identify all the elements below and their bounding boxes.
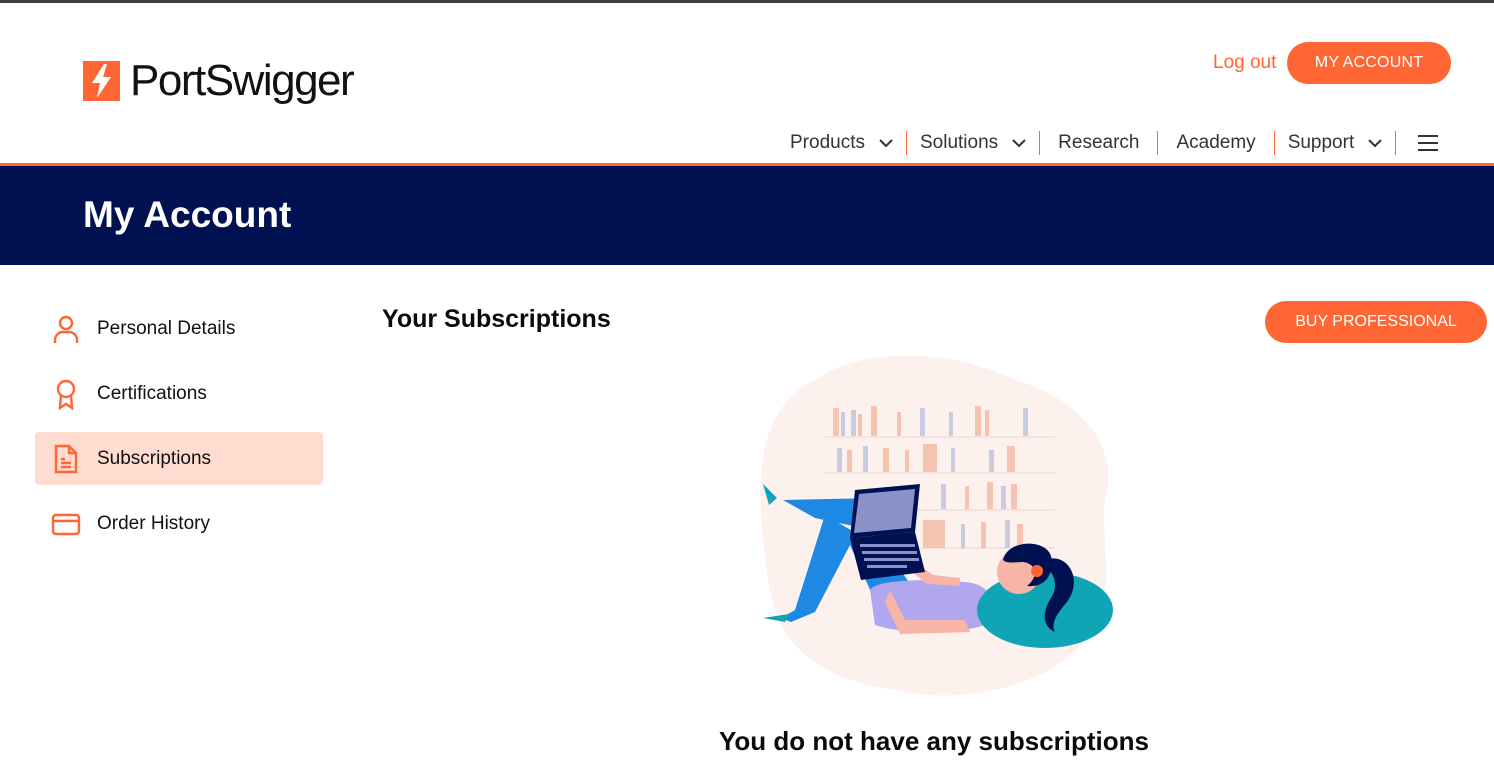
sidebar-item-subscriptions[interactable]: Subscriptions (35, 432, 323, 485)
portswigger-logo[interactable]: PortSwigger (83, 56, 355, 106)
hamburger-icon (1418, 135, 1439, 151)
sidebar-item-order-history[interactable]: Order History (35, 497, 323, 550)
main-nav: Products Solutions Research Academy Supp… (777, 128, 1451, 158)
page-title: My Account (83, 194, 292, 235)
nav-item-label: Research (1058, 132, 1140, 153)
nav-item-support[interactable]: Support (1275, 131, 1397, 155)
sidebar-item-label: Personal Details (97, 317, 236, 339)
award-ribbon-icon (56, 379, 76, 410)
page-banner: My Account (0, 166, 1494, 265)
user-icon (53, 315, 79, 343)
subscriptions-heading: Your Subscriptions (382, 305, 611, 333)
credit-card-icon (51, 513, 81, 535)
nav-item-label: Support (1287, 132, 1355, 153)
nav-item-label: Solutions (919, 132, 999, 153)
nav-item-research[interactable]: Research (1040, 131, 1159, 155)
nav-item-menu[interactable] (1396, 131, 1451, 155)
my-account-button[interactable]: MY ACCOUNT (1287, 42, 1451, 84)
lightning-logo-icon (83, 61, 120, 101)
sidebar-item-label: Subscriptions (97, 447, 212, 469)
nav-item-label: Products (790, 132, 865, 153)
document-icon (54, 444, 78, 473)
sidebar-item-label: Certifications (97, 382, 207, 404)
nav-item-products[interactable]: Products (777, 131, 907, 155)
chevron-down-icon (879, 138, 893, 147)
top-strip (0, 0, 1494, 3)
account-sidebar: Personal Details Certifications Subscrip… (35, 302, 323, 562)
sidebar-item-label: Order History (97, 512, 210, 534)
chevron-down-icon (1368, 138, 1382, 147)
brand-name: PortSwigger (130, 56, 355, 105)
person-reading-laptop-illustration (760, 355, 1113, 696)
chevron-down-icon (1012, 138, 1026, 147)
nav-item-label: Academy (1176, 132, 1256, 153)
nav-item-solutions[interactable]: Solutions (907, 131, 1041, 155)
logout-link[interactable]: Log out (1213, 52, 1276, 74)
sidebar-item-personal-details[interactable]: Personal Details (35, 302, 323, 355)
empty-state-message: You do not have any subscriptions (718, 726, 1149, 756)
sidebar-item-certifications[interactable]: Certifications (35, 367, 323, 420)
nav-item-academy[interactable]: Academy (1158, 131, 1275, 155)
buy-professional-button[interactable]: BUY PROFESSIONAL (1265, 301, 1487, 343)
